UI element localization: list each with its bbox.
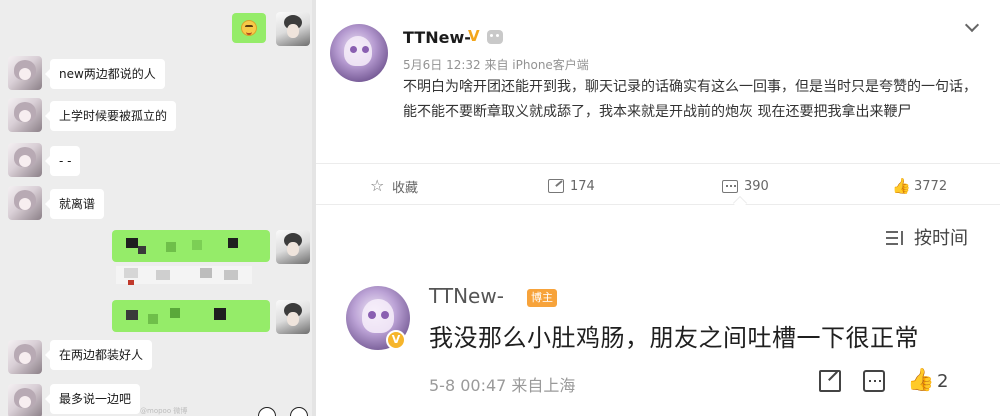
contact-avatar[interactable]: [8, 56, 42, 90]
redacted-strip: [116, 266, 252, 285]
verified-v-icon: V: [386, 330, 406, 350]
favorite-button[interactable]: ☆ 收藏: [370, 172, 418, 200]
thumbs-up-icon: 👍: [892, 177, 911, 195]
contact-avatar[interactable]: [8, 143, 42, 177]
self-avatar[interactable]: [276, 12, 310, 46]
sort-by-time-button[interactable]: 按时间: [886, 224, 968, 250]
divider: [316, 163, 1000, 164]
author-name[interactable]: TTNew-: [403, 28, 471, 47]
share-icon[interactable]: [819, 370, 841, 392]
self-avatar[interactable]: [276, 300, 310, 334]
post-body: 不明白为啥开团还能开到我，聊天记录的话确实有这么一回事，但是当时只是夸赞的一句话…: [403, 79, 977, 120]
share-icon: [548, 179, 564, 193]
comment-like-count: 2: [937, 370, 949, 392]
contact-avatar[interactable]: [8, 384, 42, 416]
redacted-message-bubble: [112, 300, 270, 332]
reply-icon[interactable]: [863, 370, 885, 392]
favorite-label: 收藏: [392, 180, 419, 196]
redaction-block: [228, 238, 238, 248]
redaction-block: [148, 314, 158, 324]
weibo-panel: TTNew- V 5月6日 12:32 来自 iPhone客户端 不明白为啥开团…: [316, 0, 1000, 416]
chat-message: 上学时候要被孤立的: [44, 101, 177, 131]
emoji-message-bubble: [232, 13, 266, 43]
watermark-text: @mopoo 微博: [140, 407, 188, 415]
divider: [316, 204, 1000, 205]
chat-message: 最多说一边吧: [44, 384, 141, 414]
comment-text: 我没那么小肚鸡肠，朋友之间吐槽一下很正常: [429, 324, 919, 352]
comment-actions: 👍 2: [819, 370, 948, 392]
like-button[interactable]: 👍 3772: [892, 172, 947, 200]
verified-v-icon: V: [468, 27, 480, 45]
comment-icon: [722, 179, 738, 193]
like-count: 3772: [914, 178, 948, 194]
redaction-block: [124, 268, 138, 278]
sort-icon: [886, 229, 906, 245]
chevron-down-icon[interactable]: [964, 17, 980, 33]
sort-label: 按时间: [914, 228, 968, 249]
redaction-block: [214, 308, 226, 320]
comment-meta: 5-8 00:47 来自上海: [429, 376, 576, 395]
comment-button[interactable]: 390: [722, 172, 769, 200]
redaction-block: [192, 240, 202, 250]
chat-message: 在两边都装好人: [44, 340, 153, 370]
author-tag: 博主: [527, 289, 557, 307]
contact-avatar[interactable]: [8, 340, 42, 374]
contact-avatar[interactable]: [8, 98, 42, 132]
redaction-block: [170, 308, 180, 318]
weibo-post: TTNew- V 5月6日 12:32 来自 iPhone客户端 不明白为啥开团…: [316, 0, 1000, 163]
chat-panel: new两边都说的人 上学时候要被孤立的 - - 就离谱 在两边都装好人 最多说一…: [0, 0, 316, 416]
star-icon: ☆: [370, 176, 385, 195]
redaction-block: [128, 280, 134, 285]
redaction-block: [138, 246, 146, 254]
chat-message: new两边都说的人: [45, 59, 165, 89]
redaction-block: [200, 268, 212, 278]
redaction-block: [126, 310, 138, 320]
self-avatar[interactable]: [276, 230, 310, 264]
contact-avatar[interactable]: [8, 186, 42, 220]
watermark-circle-icon: [258, 407, 276, 416]
comment-count: 390: [744, 178, 769, 194]
author-avatar[interactable]: [330, 24, 388, 82]
grinning-face-icon: [241, 20, 257, 36]
chat-message: 就离谱: [44, 189, 105, 219]
redaction-block: [224, 270, 238, 280]
chat-message: - -: [44, 146, 81, 176]
post-meta: 5月6日 12:32 来自 iPhone客户端: [403, 58, 589, 72]
redaction-block: [126, 238, 138, 248]
watermark-circle-icon: [290, 407, 308, 416]
redaction-block: [166, 242, 176, 252]
thumbs-up-icon[interactable]: 👍: [907, 370, 934, 392]
commenter-name[interactable]: TTNew-: [429, 284, 504, 308]
share-count: 174: [570, 178, 595, 194]
redacted-message-bubble: [112, 230, 270, 262]
redaction-block: [156, 270, 170, 280]
robot-badge-icon: [487, 30, 503, 44]
share-button[interactable]: 174: [548, 172, 595, 200]
